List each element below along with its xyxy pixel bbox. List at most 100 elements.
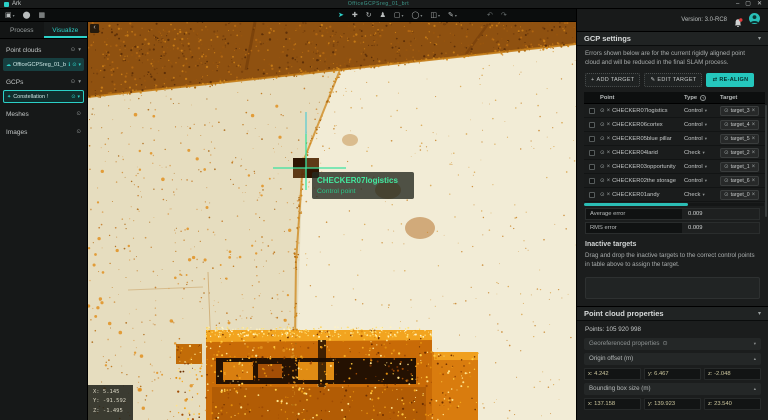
remove-target-icon[interactable]: × xyxy=(752,178,756,184)
type-dropdown[interactable]: Check▾ xyxy=(684,192,720,198)
eye-icon[interactable]: ⊙ xyxy=(724,108,729,114)
gcp-table-row[interactable]: ⊙ × CHECKER07logistics Control▾ ⊙ target… xyxy=(584,104,765,118)
eye-icon[interactable]: ⊙ xyxy=(724,192,729,198)
eye-icon[interactable]: ⊙ xyxy=(71,94,75,100)
sidebar-collapse-icon[interactable]: ‹ xyxy=(90,24,99,33)
user-avatar[interactable] xyxy=(749,11,760,29)
close-button[interactable]: ✕ xyxy=(757,0,762,8)
eye-icon[interactable]: ⊙ xyxy=(76,111,81,117)
remove-icon[interactable]: × xyxy=(607,108,611,114)
type-dropdown[interactable]: Control▾ xyxy=(684,108,720,114)
remove-target-icon[interactable]: × xyxy=(752,108,756,114)
eye-icon[interactable]: ⊙ xyxy=(600,192,605,198)
gcp-table-row[interactable]: ⊙ × CHECKER04larid Check▾ ⊙ target_2 × 1… xyxy=(584,146,765,160)
bounding-box-bar[interactable]: Bounding box size (m) ▴ xyxy=(584,383,761,395)
tab-process[interactable]: Process xyxy=(0,22,44,38)
eye-icon[interactable]: ⊙ xyxy=(600,178,605,184)
gcp-table-row[interactable]: ⊙ × CHECKER01andy Check▾ ⊙ target_0 × 98… xyxy=(584,188,765,202)
target-chip[interactable]: ⊙ target_4 × xyxy=(720,120,759,130)
eye-icon[interactable]: ⊙ xyxy=(600,136,605,142)
first-person-view-icon[interactable]: ♟ xyxy=(380,9,386,22)
target-chip[interactable]: ⊙ target_5 × xyxy=(720,134,759,144)
realign-button[interactable]: ⇄RE-ALIGN xyxy=(706,73,754,87)
eye-icon[interactable]: ⊙ xyxy=(76,129,81,135)
row-checkbox[interactable] xyxy=(589,164,595,170)
help-icon[interactable]: ? xyxy=(700,95,706,101)
info-icon[interactable]: ℹ xyxy=(68,62,70,68)
sidebar-section-point-clouds[interactable]: Point clouds ⊙▾ xyxy=(0,43,87,57)
row-checkbox[interactable] xyxy=(589,136,595,142)
chevron-down-icon[interactable]: ▾ xyxy=(78,79,81,85)
type-dropdown[interactable]: Check▾ xyxy=(684,150,720,156)
screenshot-icon[interactable]: ▦ xyxy=(38,9,45,22)
row-checkbox[interactable] xyxy=(589,192,595,198)
remove-icon[interactable]: × xyxy=(607,192,611,198)
eye-icon[interactable]: ⊙ xyxy=(600,150,605,156)
remove-icon[interactable]: × xyxy=(607,178,611,184)
gcp-table-row[interactable]: ⊙ × CHECKER06cortex Control▾ ⊙ target_4 … xyxy=(584,118,765,132)
type-dropdown[interactable]: Control▾ xyxy=(684,164,720,170)
remove-target-icon[interactable]: × xyxy=(752,136,756,142)
row-checkbox[interactable] xyxy=(589,108,595,114)
sidebar-item-constellation[interactable]: ✦ Constellation ! ⊙ ▾ xyxy=(3,90,84,103)
table-hscrollbar-track[interactable] xyxy=(584,203,764,206)
pan-icon[interactable]: ✚ xyxy=(352,9,358,22)
remove-icon[interactable]: × xyxy=(607,164,611,170)
eye-icon[interactable]: ⊙ xyxy=(600,108,605,114)
type-dropdown[interactable]: Control▾ xyxy=(684,136,720,142)
eye-icon[interactable]: ⊙ xyxy=(600,122,605,128)
sidebar-section-gcps[interactable]: GCPs ⊙▾ xyxy=(0,75,87,89)
minimize-button[interactable]: – xyxy=(736,0,739,8)
eye-icon[interactable]: ⊙ xyxy=(71,47,76,53)
tab-visualize[interactable]: Visualize xyxy=(44,22,88,38)
add-target-button[interactable]: +ADD TARGET xyxy=(585,73,640,87)
measure-icon[interactable]: ✎▾ xyxy=(448,9,457,22)
gcp-table-row[interactable]: ⊙ × CHECKER03opportunity Control▾ ⊙ targ… xyxy=(584,160,765,174)
eye-icon[interactable]: ⊙ xyxy=(600,164,605,170)
chevron-down-icon[interactable]: ▾ xyxy=(77,94,80,100)
eye-icon[interactable]: ⊙ xyxy=(72,62,76,68)
type-dropdown[interactable]: Control▾ xyxy=(684,178,720,184)
eye-icon[interactable]: ⊙ xyxy=(724,178,729,184)
origin-offset-bar[interactable]: Origin offset (m) ▴ xyxy=(584,353,761,365)
remove-icon[interactable]: × xyxy=(607,150,611,156)
gcp-table-row[interactable]: ⊙ × CHECKER02the storage Control▾ ⊙ targ… xyxy=(584,174,765,188)
georeferenced-properties-bar[interactable]: Georeferenced properties⊙ ▾ xyxy=(584,338,761,350)
inactive-targets-dropzone[interactable] xyxy=(585,277,760,299)
target-chip[interactable]: ⊙ target_6 × xyxy=(720,176,759,186)
redo-icon[interactable]: ↷ xyxy=(501,9,507,22)
sidebar-section-images[interactable]: Images ⊙ xyxy=(0,125,87,139)
undo-icon[interactable]: ↶ xyxy=(487,9,493,22)
chevron-down-icon[interactable]: ▾ xyxy=(78,47,81,53)
gcp-table-row[interactable]: ⊙ × CHECKER05blue pillar Control▾ ⊙ targ… xyxy=(584,132,765,146)
remove-target-icon[interactable]: × xyxy=(752,192,756,198)
target-chip[interactable]: ⊙ target_0 × xyxy=(720,190,759,200)
row-checkbox[interactable] xyxy=(589,178,595,184)
sidebar-section-meshes[interactable]: Meshes ⊙ xyxy=(0,107,87,121)
select-cursor-icon[interactable]: ➤ xyxy=(338,9,344,22)
target-chip[interactable]: ⊙ target_2 × xyxy=(720,148,759,158)
edit-target-button[interactable]: ✎EDIT TARGET xyxy=(644,73,702,87)
gcp-settings-header[interactable]: GCP settings ▾ xyxy=(577,31,768,46)
remove-target-icon[interactable]: × xyxy=(752,122,756,128)
eye-icon[interactable]: ⊙ xyxy=(71,79,76,85)
rectangle-select-icon[interactable]: ▢▾ xyxy=(394,9,404,22)
circle-select-icon[interactable]: ◯▾ xyxy=(412,9,423,22)
eye-icon[interactable]: ⊙ xyxy=(724,122,729,128)
panel-vscrollbar[interactable] xyxy=(765,105,767,217)
eye-icon[interactable]: ⊙ xyxy=(724,136,729,142)
point-cloud-properties-header[interactable]: Point cloud properties ▾ xyxy=(577,306,768,321)
target-chip[interactable]: ⊙ target_3 × xyxy=(720,106,759,116)
eye-icon[interactable]: ⊙ xyxy=(724,164,729,170)
viewport-3d[interactable]: ‹ xyxy=(88,22,576,420)
table-hscrollbar-thumb[interactable] xyxy=(584,203,688,206)
remove-icon[interactable]: × xyxy=(607,136,611,142)
chevron-down-icon[interactable]: ▾ xyxy=(78,62,81,68)
orbit-icon[interactable]: ↻ xyxy=(366,9,372,22)
remove-target-icon[interactable]: × xyxy=(752,150,756,156)
row-checkbox[interactable] xyxy=(589,122,595,128)
row-checkbox[interactable] xyxy=(589,150,595,156)
type-dropdown[interactable]: Control▾ xyxy=(684,122,720,128)
maximize-button[interactable]: ▢ xyxy=(745,0,751,8)
sidebar-item-point-cloud[interactable]: ☁ OfficeGCPSreg_01_brt.. ℹ ⊙ ▾ xyxy=(3,58,84,71)
